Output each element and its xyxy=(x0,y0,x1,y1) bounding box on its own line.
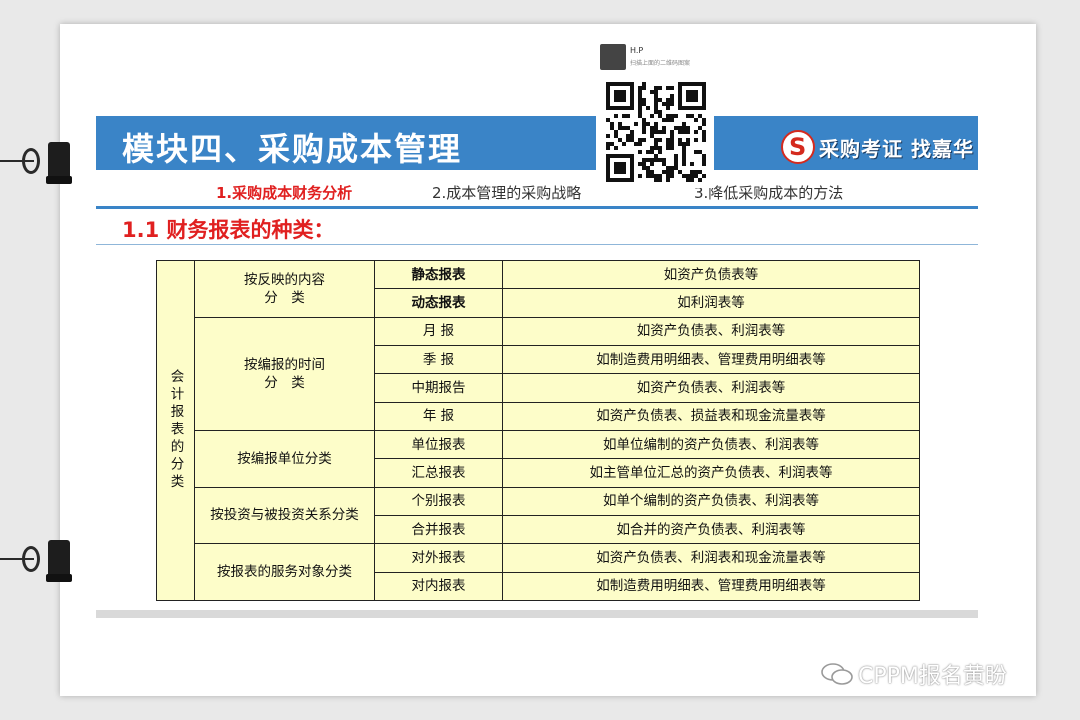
report-example-cell: 如主管单位汇总的资产负债表、利润表等 xyxy=(502,458,920,488)
watermark-text: CPPM报名黄盼 xyxy=(858,664,1007,689)
binder-clip-bottom xyxy=(0,540,72,584)
report-example-cell: 如合并的资产负债表、利润表等 xyxy=(502,514,920,545)
tabs-divider xyxy=(96,206,978,209)
report-type-cell: 中期报告 xyxy=(374,373,503,403)
table-row: 按编报的时间分 类月 报如资产负债表、利润表等 xyxy=(157,316,920,431)
report-example-cell: 如资产负债表、利润表等 xyxy=(502,316,920,346)
avatar xyxy=(600,44,626,70)
title-banner: 模块四、采购成本管理 S 采购考证 找嘉华 xyxy=(96,116,978,170)
report-example-cell: 如资产负债表、损益表和现金流量表等 xyxy=(502,401,920,431)
report-example-cell: 如制造费用明细表、管理费用明细表等 xyxy=(502,571,920,602)
category-cell: 按编报的时间分 类 xyxy=(194,316,375,431)
section-tabs: 1.采购成本财务分析 2.成本管理的采购战略 3.降低采购成本的方法 xyxy=(96,180,978,206)
report-type-cell: 年 报 xyxy=(374,401,503,431)
brand-logo-icon: S xyxy=(781,130,816,164)
brand-text: 采购考证 找嘉华 xyxy=(819,136,974,161)
table-row: 会计报表的分类 按反映的内容分 类静态报表 如资产负债表等 xyxy=(156,259,920,601)
report-type-cell: 动态报表 xyxy=(374,288,503,318)
report-example-cell: 如制造费用明细表、管理费用明细表等 xyxy=(502,344,920,375)
tab-cost-reduction[interactable]: 3.降低采购成本的方法 xyxy=(694,182,843,203)
table-row: 按投资与被投资关系分类 个别报表 如单个编制的资产负债表、利润表等 xyxy=(157,486,920,545)
category-cell: 按编报单位分类 xyxy=(194,429,375,488)
report-type-cell: 对内报表 xyxy=(374,571,503,602)
category-cell: 按报表的服务对象分类 xyxy=(194,543,375,601)
report-example-cell: 如资产负债表、利润表等 xyxy=(502,373,920,403)
brand: S 采购考证 找嘉华 xyxy=(781,130,974,164)
category-cell: 按投资与被投资关系分类 xyxy=(194,486,375,545)
report-example-cell: 如单位编制的资产负债表、利润表等 xyxy=(502,429,920,460)
qr-code-icon xyxy=(606,82,706,182)
report-example-cell: 如利润表等 xyxy=(502,288,920,318)
section-title: 1.1 财务报表的种类： xyxy=(122,218,335,242)
report-type-cell: 个别报表 xyxy=(374,486,503,516)
binder-clip-top xyxy=(0,142,72,186)
section-divider xyxy=(96,244,978,245)
watermark: CPPM报名黄盼 xyxy=(820,658,1007,690)
report-type-cell: 静态报表 xyxy=(374,259,503,290)
root-category-cell: 会计报表的分类 xyxy=(156,260,195,601)
category-cell: 按反映的内容分 类 xyxy=(194,260,375,318)
tab-purchasing-strategy[interactable]: 2.成本管理的采购战略 xyxy=(432,182,581,203)
qr-subtitle: 扫描上面的二维码图案 xyxy=(630,60,691,67)
report-type-cell: 合并报表 xyxy=(374,514,503,545)
slide: 模块四、采购成本管理 S 采购考证 找嘉华 1.采购成本财务分析 2.成本管理的… xyxy=(96,40,978,622)
report-classification-table: 会计报表的分类 按反映的内容分 类静态报表 如资产负债表等 动态报表 如利润表等 按编报的… xyxy=(156,259,920,602)
report-example-cell: 如单个编制的资产负债表、利润表等 xyxy=(502,486,920,516)
tab-cost-analysis[interactable]: 1.采购成本财务分析 xyxy=(216,182,352,203)
report-type-cell: 月 报 xyxy=(374,316,503,346)
qr-card: H.P 扫描上面的二维码图案 xyxy=(596,40,714,188)
slide-bottom-bar xyxy=(96,610,978,618)
table-row: 按编报单位分类 单位报表 如单位编制的资产负债表、利润表等 xyxy=(157,429,920,488)
qr-name: H.P xyxy=(630,46,644,55)
slide-title: 模块四、采购成本管理 xyxy=(122,130,463,168)
wechat-icon xyxy=(821,663,853,685)
report-type-cell: 季 报 xyxy=(374,344,503,375)
report-type-cell: 对外报表 xyxy=(374,543,503,573)
table-row: 按报表的服务对象分类 对外报表 如资产负债表、利润表和现金流量表等 xyxy=(157,543,920,601)
report-type-cell: 单位报表 xyxy=(374,429,503,460)
report-type-cell: 汇总报表 xyxy=(374,458,503,488)
report-example-cell: 如资产负债表等 xyxy=(502,259,920,290)
report-example-cell: 如资产负债表、利润表和现金流量表等 xyxy=(502,543,920,573)
